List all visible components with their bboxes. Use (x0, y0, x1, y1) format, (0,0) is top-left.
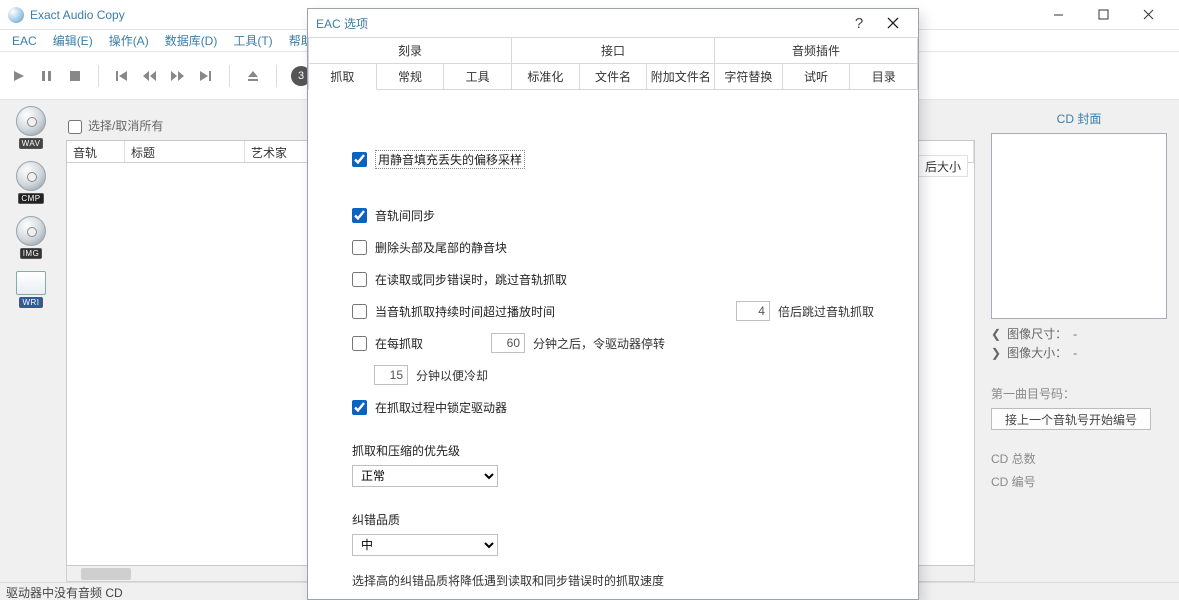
cover-art-box (991, 133, 1167, 319)
lbl-fill-silence: 用静音填充丢失的偏移采样 (375, 150, 525, 169)
prev-art-icon[interactable]: ❮ (991, 327, 1001, 341)
dialog-close-button[interactable] (876, 9, 910, 37)
img-dim-label: 图像尺寸： (1007, 325, 1067, 342)
tab-filename[interactable]: 文件名 (580, 64, 648, 90)
quality-hint: 选择高的纠错品质将降低遇到读取和同步错误时的抓取速度 (352, 572, 664, 590)
tab-directory[interactable]: 目录 (850, 64, 918, 90)
col-track[interactable]: 音轨 (67, 141, 125, 162)
lbl-cooldown-suffix: 分钟以便冷却 (416, 367, 488, 384)
dialog-titlebar: EAC 选项 ? (308, 9, 918, 37)
play-icon[interactable] (10, 67, 28, 85)
pause-icon[interactable] (38, 67, 56, 85)
select-all-checkbox[interactable] (68, 120, 82, 134)
skip-back-icon[interactable] (113, 67, 131, 85)
rail-cmp[interactable]: CMP (4, 161, 58, 204)
menu-eac[interactable]: EAC (4, 32, 45, 50)
tab-audio-plugin[interactable]: 音频插件 (715, 37, 918, 64)
lbl-overtime-suffix: 倍后跳过音轨抓取 (778, 303, 874, 320)
chk-lock-drive[interactable] (352, 400, 367, 415)
rail-wav[interactable]: WAV (4, 106, 58, 149)
input-cooldown-minutes[interactable] (374, 365, 408, 385)
continue-numbering-button[interactable]: 接上一个音轨号开始编号 (991, 408, 1151, 430)
menu-edit[interactable]: 编辑(E) (45, 30, 101, 51)
col-last-size[interactable]: 后大小 (919, 155, 968, 177)
quality-select[interactable]: 中 (352, 534, 498, 556)
app-icon (8, 7, 24, 23)
col-title[interactable]: 标题 (125, 141, 245, 162)
close-button[interactable] (1126, 0, 1171, 30)
lbl-per-extract-mid: 分钟之后，令驱动器停转 (533, 335, 665, 352)
chk-skip-on-error[interactable] (352, 272, 367, 287)
dialog-body: 用静音填充丢失的偏移采样 音轨间同步 删除头部及尾部的静音块 在读取或同步错误时… (308, 90, 918, 600)
help-button[interactable]: ? (842, 9, 876, 37)
next-art-icon[interactable]: ❯ (991, 346, 1001, 360)
menu-tools[interactable]: 工具(T) (225, 30, 280, 51)
right-panel: CD 封面 ❮图像尺寸：- ❯图像大小：- 第一曲目号码： 接上一个音轨号开始编… (979, 100, 1179, 582)
dialog-tabs: 刻录 接口 音频插件 抓取 常规 工具 标准化 文件名 附加文件名 字符替换 试… (308, 37, 918, 90)
chk-per-extract[interactable] (352, 336, 367, 351)
select-all-label: 选择/取消所有 (88, 117, 163, 134)
minimize-button[interactable] (1036, 0, 1081, 30)
maximize-button[interactable] (1081, 0, 1126, 30)
lbl-lock-drive: 在抓取过程中锁定驱动器 (375, 399, 507, 416)
first-track-label: 第一曲目号码： (991, 385, 1167, 402)
rewind-icon[interactable] (141, 67, 159, 85)
tab-char-replace[interactable]: 字符替换 (715, 64, 783, 90)
lbl-trim-silence: 删除头部及尾部的静音块 (375, 239, 507, 256)
chk-overtime[interactable] (352, 304, 367, 319)
cd-no-label: CD 编号 (991, 473, 1036, 490)
chk-trim-silence[interactable] (352, 240, 367, 255)
priority-select[interactable]: 正常 (352, 465, 498, 487)
lbl-skip-on-error: 在读取或同步错误时，跳过音轨抓取 (375, 271, 567, 288)
rail-wri[interactable]: WRI (4, 271, 58, 308)
left-rail: WAV CMP IMG WRI (0, 100, 62, 582)
rail-img[interactable]: IMG (4, 216, 58, 259)
lbl-sync-tracks: 音轨间同步 (375, 207, 435, 224)
tab-interface[interactable]: 接口 (512, 37, 715, 64)
skip-fwd-icon[interactable] (197, 67, 215, 85)
menu-database[interactable]: 数据库(D) (157, 30, 226, 51)
cd-total-label: CD 总数 (991, 450, 1036, 467)
eject-icon[interactable] (244, 67, 262, 85)
lbl-overtime-prefix: 当音轨抓取持续时间超过播放时间 (375, 303, 555, 320)
chk-sync-tracks[interactable] (352, 208, 367, 223)
dialog-title: EAC 选项 (316, 15, 842, 32)
input-per-extract-minutes[interactable] (491, 333, 525, 353)
options-dialog: EAC 选项 ? 刻录 接口 音频插件 抓取 常规 工具 标准化 文件名 附加文… (307, 8, 919, 600)
menu-action[interactable]: 操作(A) (101, 30, 157, 51)
tab-additional-filename[interactable]: 附加文件名 (647, 64, 715, 90)
chk-fill-silence[interactable] (352, 152, 367, 167)
lbl-per-extract-prefix: 在每抓取 (375, 335, 423, 352)
priority-label: 抓取和压缩的优先级 (352, 442, 874, 459)
img-size-label: 图像大小： (1007, 344, 1067, 361)
tab-burn[interactable]: 刻录 (308, 37, 512, 64)
cover-title: CD 封面 (991, 110, 1167, 127)
tab-preview[interactable]: 试听 (783, 64, 851, 90)
tab-extract[interactable]: 抓取 (308, 64, 377, 90)
input-overtime-multiplier[interactable] (736, 301, 770, 321)
tab-general[interactable]: 常规 (377, 64, 445, 90)
quality-label: 纠错品质 (352, 511, 498, 528)
tab-normalize[interactable]: 标准化 (512, 64, 580, 90)
stop-icon[interactable] (66, 67, 84, 85)
tab-tools[interactable]: 工具 (444, 64, 512, 90)
forward-icon[interactable] (169, 67, 187, 85)
